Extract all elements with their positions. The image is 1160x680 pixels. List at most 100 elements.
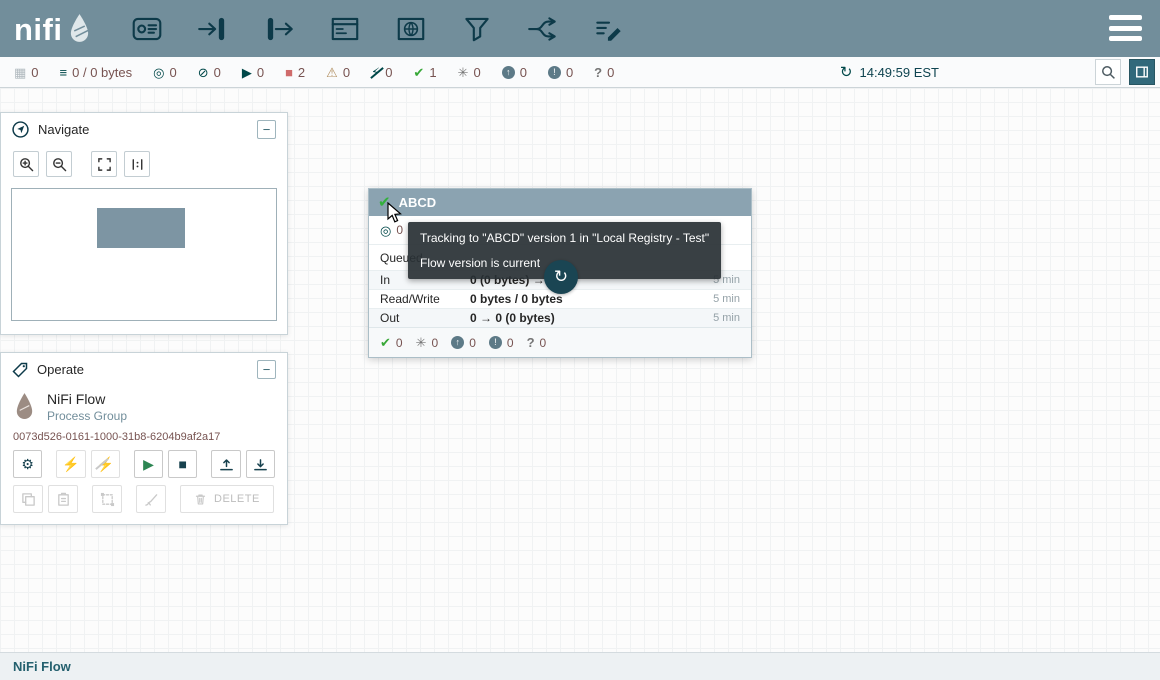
selected-component-type: Process Group xyxy=(47,409,127,423)
read-write-window: 5 min xyxy=(713,293,740,305)
sync-failure-question-icon: ? xyxy=(594,66,602,79)
nifi-app: nifi xyxy=(0,0,1160,680)
input-port-icon xyxy=(195,12,231,46)
delete-button[interactable]: DELETE xyxy=(180,485,274,513)
not-transmitting-value: 0 xyxy=(214,65,221,80)
process-group-tool[interactable] xyxy=(323,8,367,50)
group-button[interactable] xyxy=(92,485,122,513)
upload-template-icon xyxy=(219,457,234,472)
output-port-tool[interactable] xyxy=(257,8,301,50)
process-group-version-footer: ✔ 0 ✳ 0 ↑ 0 ! 0 ? 0 xyxy=(369,327,751,357)
refresh-status[interactable]: ↻ 14:49:59 EST xyxy=(840,65,939,80)
stale-arrow-icon: ↑ xyxy=(451,336,464,349)
pg-locally-modified-and-stale-value: 0 xyxy=(507,336,514,350)
zoom-fit-icon xyxy=(97,157,112,172)
selected-component-summary: NiFi Flow Process Group xyxy=(1,386,287,425)
transmitting-value: 0 xyxy=(169,65,176,80)
hamburger-bar xyxy=(1109,26,1142,31)
processor-icon xyxy=(129,12,165,46)
nifi-logo-text: nifi xyxy=(14,16,63,44)
navigate-controls xyxy=(1,146,287,186)
upload-template-button[interactable] xyxy=(211,450,240,478)
locally-modified-value: 0 xyxy=(473,65,480,80)
flow-drop-icon xyxy=(13,392,36,423)
zoom-out-button[interactable] xyxy=(46,151,72,177)
up-to-date-check-icon: ✔ xyxy=(380,336,391,349)
zoom-fit-button[interactable] xyxy=(91,151,117,177)
last-refresh-time: 14:49:59 EST xyxy=(860,65,940,80)
queued-counter: ≡ 0 / 0 bytes xyxy=(60,65,133,80)
spinner-arrow-icon: ↻ xyxy=(554,267,568,287)
sync-failure-counter: ? 0 xyxy=(594,65,614,80)
template-tool[interactable] xyxy=(521,8,565,50)
refresh-spinner: ↻ xyxy=(544,260,578,294)
flow-canvas[interactable]: Navigate − xyxy=(0,88,1160,652)
paste-icon xyxy=(56,492,71,507)
pg-locally-modified-value: 0 xyxy=(432,336,439,350)
out-window: 5 min xyxy=(713,312,740,324)
search-button[interactable] xyxy=(1095,59,1121,85)
stop-button[interactable]: ■ xyxy=(168,450,197,478)
global-menu-button[interactable] xyxy=(1109,14,1142,42)
input-port-tool[interactable] xyxy=(191,8,235,50)
disabled-counter: ⚡ 0 xyxy=(371,65,392,80)
breadcrumb-root-link[interactable]: NiFi Flow xyxy=(13,659,71,674)
template-icon xyxy=(525,12,561,46)
remote-process-group-icon xyxy=(393,12,429,46)
process-group-header[interactable]: ✔ ABCD xyxy=(369,189,751,216)
minimap-flow-rect xyxy=(97,208,185,248)
navigate-minimap[interactable] xyxy=(11,188,277,321)
fill-color-button[interactable] xyxy=(136,485,166,513)
status-bar: ▦ 0 ≡ 0 / 0 bytes ◎ 0 ⊘ 0 ▶ 0 ■ 2 xyxy=(0,57,1160,88)
active-threads-value: 0 xyxy=(31,65,38,80)
invalid-value: 0 xyxy=(343,65,350,80)
locally-modified-counter: ✳ 0 xyxy=(458,65,481,80)
queued-value: 0 / 0 bytes xyxy=(72,65,132,80)
label-icon xyxy=(591,12,627,46)
operate-panel: Operate − NiFi Flow Process Group 0073d5… xyxy=(0,352,288,525)
status-counters: ▦ 0 ≡ 0 / 0 bytes ◎ 0 ⊘ 0 ▶ 0 ■ 2 xyxy=(14,65,840,80)
pg-stale-value: 0 xyxy=(469,336,476,350)
create-template-button[interactable] xyxy=(246,450,275,478)
copy-button[interactable] xyxy=(13,485,43,513)
read-write-value: 0 bytes / 0 bytes xyxy=(470,292,713,306)
pg-up-to-date-counter: ✔ 0 xyxy=(380,336,403,350)
paste-button[interactable] xyxy=(48,485,78,513)
navigate-collapse-button[interactable]: − xyxy=(257,120,276,139)
pg-locally-modified-and-stale-counter: ! 0 xyxy=(489,336,514,350)
running-counter: ▶ 0 xyxy=(242,65,264,80)
pg-sync-failure-counter: ? 0 xyxy=(527,336,547,350)
tooltip-line-1: Tracking to "ABCD" version 1 in "Local R… xyxy=(420,229,709,247)
queued-list-icon: ≡ xyxy=(60,66,68,79)
zoom-actual-size-button[interactable] xyxy=(124,151,150,177)
active-threads-counter: ▦ 0 xyxy=(14,65,39,80)
disabled-value: 0 xyxy=(385,65,392,80)
disable-bolt-icon: ⚡ xyxy=(96,457,113,471)
processor-tool[interactable] xyxy=(125,8,169,50)
zoom-in-button[interactable] xyxy=(13,151,39,177)
remote-process-group-tool[interactable] xyxy=(389,8,433,50)
label-tool[interactable] xyxy=(587,8,631,50)
operate-buttons-row-1: ⚙ ⚡ ⚡ ▶ ■ xyxy=(1,450,287,485)
navigate-panel-header: Navigate − xyxy=(1,113,287,146)
sync-failure-question-icon: ? xyxy=(527,336,535,349)
panel-toggle-button[interactable] xyxy=(1129,59,1155,85)
operate-panel-header: Operate − xyxy=(1,353,287,386)
collapse-minus-icon: − xyxy=(263,363,271,376)
pg-stale-counter: ↑ 0 xyxy=(451,336,476,350)
stale-counter: ↑ 0 xyxy=(502,65,527,80)
threads-grid-icon: ▦ xyxy=(14,66,26,79)
invalid-warning-icon: ⚠ xyxy=(326,66,338,79)
operate-collapse-button[interactable]: − xyxy=(257,360,276,379)
locally-modified-and-stale-icon: ! xyxy=(489,336,502,349)
sidebar-panel-icon xyxy=(1135,65,1149,79)
sync-failure-value: 0 xyxy=(607,65,614,80)
locally-modified-asterisk-icon: ✳ xyxy=(416,336,427,349)
enable-button[interactable]: ⚡ xyxy=(56,450,85,478)
configuration-button[interactable]: ⚙ xyxy=(13,450,42,478)
start-button[interactable]: ▶ xyxy=(134,450,163,478)
version-up-to-date-icon[interactable]: ✔ xyxy=(378,195,391,210)
disable-button[interactable]: ⚡ xyxy=(91,450,120,478)
zoom-in-icon xyxy=(19,157,34,172)
funnel-tool[interactable] xyxy=(455,8,499,50)
